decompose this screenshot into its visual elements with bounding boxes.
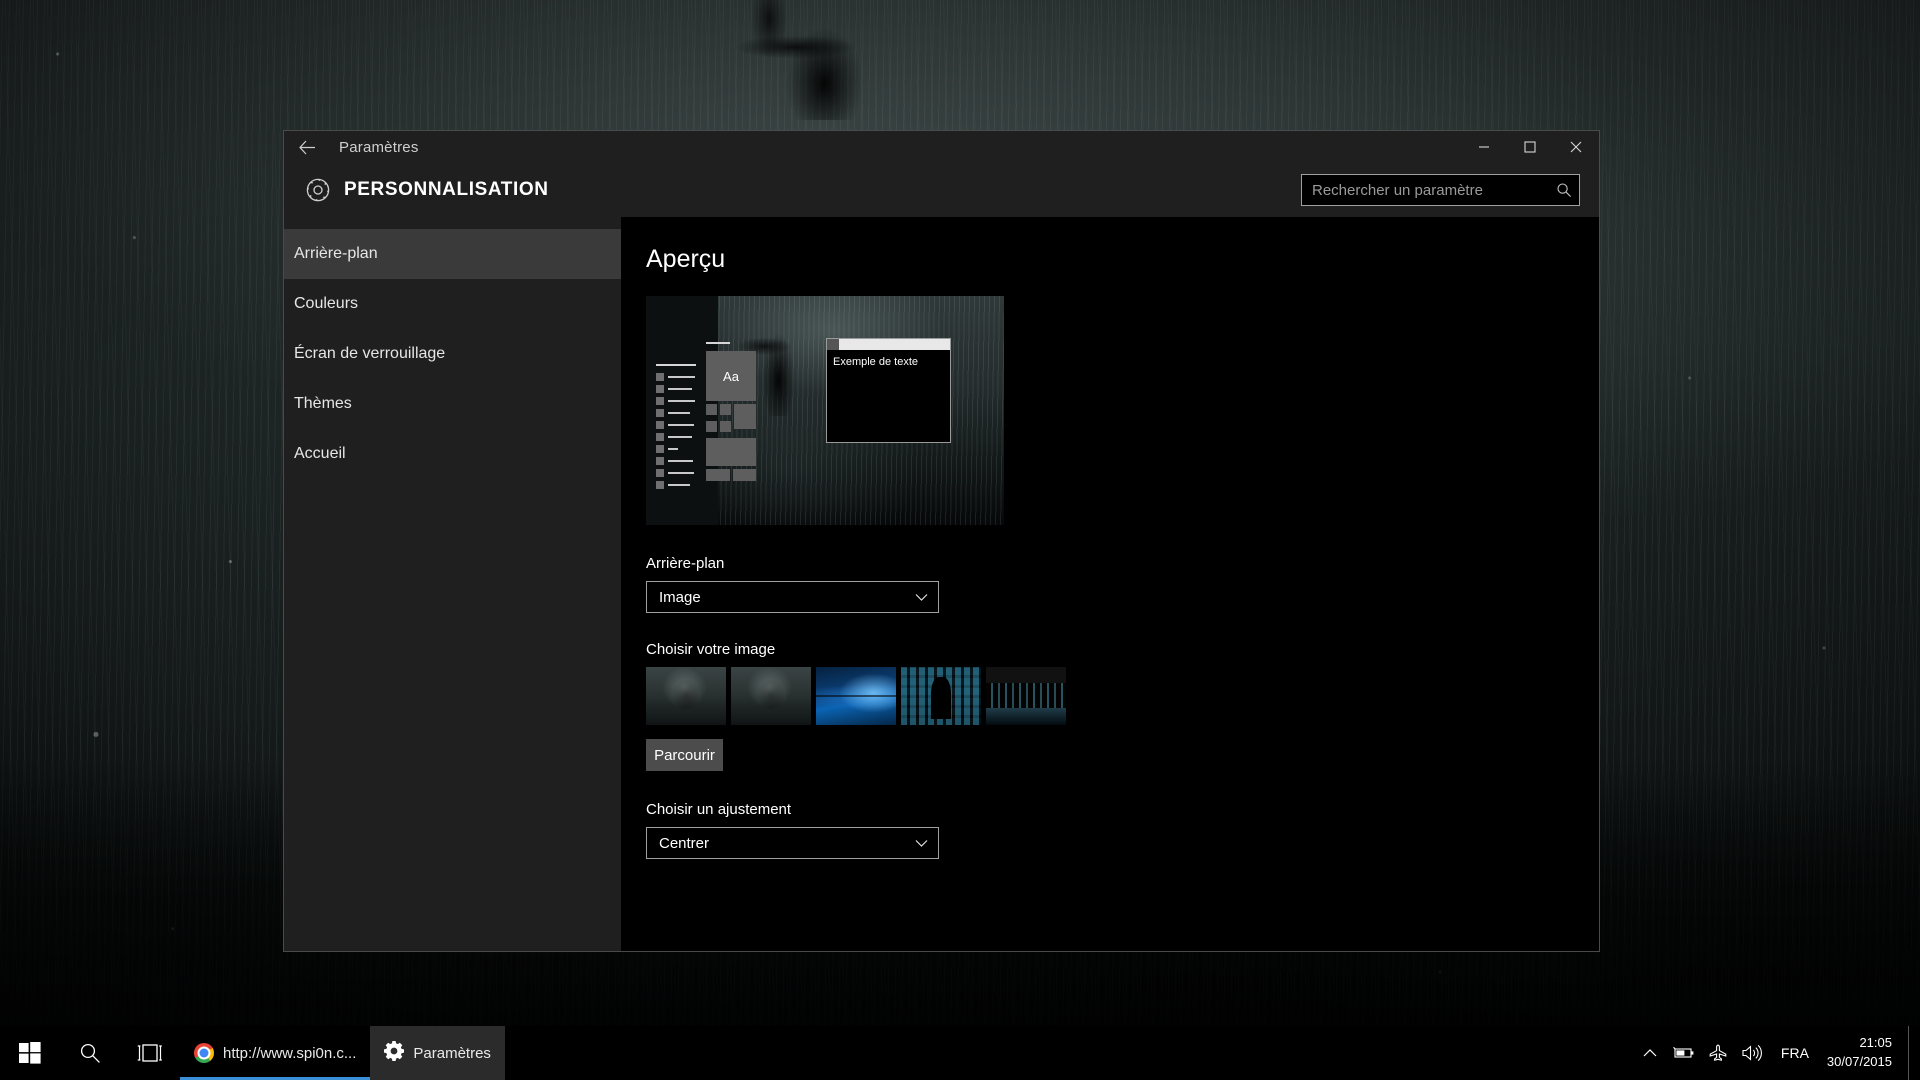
fit-value: Centrer [659,834,710,852]
clock-time: 21:05 [1859,1035,1892,1051]
preview-tile-row [706,404,756,435]
settings-sidebar: Arrière-plan Couleurs Écran de verrouill… [284,217,621,951]
preview-tile-wide [706,438,756,466]
page-title: PERSONNALISATION [344,179,549,200]
chrome-icon [194,1043,214,1063]
thumbnail-dark-rain-1[interactable] [646,667,726,725]
preview-applist-header-bar [656,364,696,366]
sidebar-item-label: Thèmes [294,395,352,412]
section-title: Aperçu [646,245,726,273]
preview-tile-letters: Aa [723,368,739,384]
browse-button[interactable]: Parcourir [646,739,723,771]
settings-window[interactable]: Paramètres PERSONNALISATION Rechercher u… [283,130,1600,952]
thumbnail-blue-city[interactable] [986,667,1066,725]
preview-start-tiles: Aa [706,342,756,484]
preview-tiles-header-bar [706,342,730,344]
fit-label: Choisir un ajustement [646,801,792,818]
image-thumbnail-list [646,667,1599,725]
sidebar-item-couleurs[interactable]: Couleurs [284,279,621,329]
background-type-label: Arrière-plan [646,555,725,572]
window-controls[interactable] [1461,131,1599,163]
choose-image-label: Choisir votre image [646,641,776,658]
taskbar-item-parametres[interactable]: Paramètres [370,1026,505,1080]
background-type-value: Image [659,588,701,606]
preview-tile-row [706,469,756,481]
volume-icon[interactable] [1735,1044,1769,1062]
search-box[interactable] [1301,174,1580,206]
background-type-dropdown[interactable]: Image [646,581,939,613]
back-arrow-icon[interactable] [284,131,330,163]
search-icon[interactable] [1549,182,1579,198]
windows-start-icon[interactable] [0,1026,60,1080]
taskbar[interactable]: http://www.spi0n.c... Paramètres FRA 21:… [0,1026,1920,1080]
page-header: PERSONNALISATION [284,163,1599,217]
chevron-down-icon [915,589,928,606]
preview-sample-window-titlebar [827,339,950,350]
preview-sample-window: Exemple de texte [826,338,951,443]
language-label: FRA [1780,1045,1809,1061]
sidebar-item-label: Arrière-plan [294,245,378,262]
fit-dropdown[interactable]: Centrer [646,827,939,859]
show-desktop-button[interactable] [1908,1026,1916,1080]
minimize-icon[interactable] [1461,131,1507,163]
search-icon[interactable] [60,1026,120,1080]
thumbnail-batman-window[interactable] [901,667,981,725]
sidebar-item-themes[interactable]: Thèmes [284,379,621,429]
system-tray[interactable]: FRA 21:05 30/07/2015 [1633,1026,1920,1080]
background-preview: Aa Exemple de texte [646,296,1004,525]
maximize-icon[interactable] [1507,131,1553,163]
settings-content: Aperçu Aa Exemple de texte Arrière-plan … [621,217,1599,951]
chevron-down-icon [915,835,928,852]
battery-icon[interactable] [1667,1046,1701,1060]
sidebar-item-label: Écran de verrouillage [294,345,446,362]
sidebar-item-label: Accueil [294,445,346,462]
sidebar-item-ecran-de-verrouillage[interactable]: Écran de verrouillage [284,329,621,379]
window-title: Paramètres [339,138,419,156]
gear-icon [384,1041,405,1065]
thumbnail-dark-rain-2[interactable] [731,667,811,725]
preview-sample-text: Exemple de texte [833,356,918,368]
window-titlebar[interactable]: Paramètres [284,131,1599,163]
preview-start-app-list [656,364,701,493]
sidebar-item-label: Couleurs [294,295,359,312]
gear-icon [296,177,340,203]
chevron-up-icon[interactable] [1633,1048,1667,1058]
close-icon[interactable] [1553,131,1599,163]
taskbar-item-label: http://www.spi0n.c... [223,1044,357,1062]
taskbar-spacer [505,1026,1633,1080]
language-indicator[interactable]: FRA [1769,1026,1821,1080]
taskbar-item-chrome[interactable]: http://www.spi0n.c... [180,1026,371,1080]
task-view-icon[interactable] [120,1026,180,1080]
sidebar-item-arriere-plan[interactable]: Arrière-plan [284,229,621,279]
preview-tile-aa: Aa [706,351,756,401]
search-input[interactable] [1302,181,1549,199]
taskbar-item-label: Paramètres [413,1044,491,1062]
window-body: Arrière-plan Couleurs Écran de verrouill… [284,217,1599,951]
clock-date: 30/07/2015 [1826,1054,1892,1069]
thumbnail-windows10-hero[interactable] [816,667,896,725]
sidebar-item-accueil[interactable]: Accueil [284,429,621,479]
airplane-mode-icon[interactable] [1701,1044,1735,1062]
clock[interactable]: 21:05 30/07/2015 [1821,1026,1908,1080]
